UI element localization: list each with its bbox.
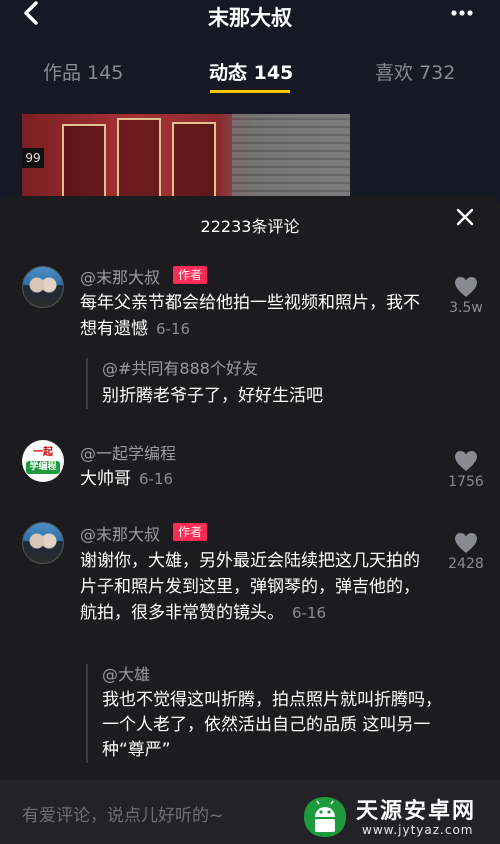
active-tab-indicator <box>210 90 290 93</box>
tab-activity[interactable]: 动态 145 <box>209 58 293 85</box>
comments-sheet: 22233条评论 @末那大叔 作者 每年父亲节都会给他拍一些视频和照片，我不想有… <box>0 196 500 780</box>
thumbnail-window <box>62 124 106 198</box>
comment-text: 每年父亲节都会给他拍一些视频和照片，我不想有遗憾 6-16 <box>80 290 425 342</box>
author-badge: 作者 <box>173 523 208 541</box>
comment-username[interactable]: @一起学编程 <box>80 440 176 464</box>
reply-username[interactable]: @#共同有888个好友 <box>102 358 432 380</box>
author-badge: 作者 <box>173 266 208 284</box>
watermark-url: www.jytyaz.com <box>362 823 474 837</box>
avatar-text: 学编程 <box>26 461 60 474</box>
like-count: 3.5w <box>449 300 483 316</box>
page-title: 末那大叔 <box>208 6 292 30</box>
comment-date: 6-16 <box>139 470 174 488</box>
comments-count-title: 22233条评论 <box>200 217 300 236</box>
thumbnail-number: 99 <box>22 148 44 168</box>
comment-body: 大帅哥 <box>80 469 131 489</box>
reply-quote: @大雄 我也不觉得这叫折腾，拍点照片就叫折腾吗，一个人老了，依然活出自己的品质 … <box>86 664 442 763</box>
tab-works[interactable]: 作品 145 <box>43 58 123 85</box>
close-icon[interactable] <box>454 206 476 234</box>
comment-date: 6-16 <box>156 320 191 338</box>
comment-text: 大帅哥 6-16 <box>80 466 425 492</box>
thumbnail-window <box>172 122 216 198</box>
avatar[interactable]: 一起 学编程 <box>22 440 64 482</box>
reply-text: 我也不觉得这叫折腾，拍点照片就叫折腾吗，一个人老了，依然活出自己的品质 这叫另一… <box>102 690 442 760</box>
profile-tabs: 作品 145 动态 145 喜欢 732 <box>0 52 500 94</box>
watermark-logo-icon <box>304 797 346 837</box>
thumbnail-window <box>117 118 161 198</box>
like-count: 2428 <box>448 556 484 572</box>
comment-username[interactable]: @末那大叔 <box>80 521 160 545</box>
avatar[interactable] <box>22 522 64 564</box>
watermark-name: 天源安卓网 <box>356 799 477 824</box>
comment-username[interactable]: @末那大叔 <box>80 264 160 288</box>
comment-body: 谢谢你，大雄，另外最近会陆续把这几天拍的片子和照片发到这里，弹钢琴的，弹吉他的，… <box>80 551 420 623</box>
reply-username[interactable]: @大雄 <box>102 664 442 686</box>
avatar[interactable] <box>22 266 64 308</box>
reply-quote: @#共同有888个好友 别折腾老爷子了，好好生活吧 <box>86 358 432 409</box>
watermark: 天源安卓网 www.jytyaz.com <box>300 793 500 841</box>
like-button[interactable]: 2428 <box>436 532 496 572</box>
top-bar: 末那大叔 <box>0 0 500 34</box>
comment-date: 6-16 <box>292 604 327 622</box>
heart-icon <box>455 277 477 297</box>
video-thumbnail[interactable]: 99 <box>22 114 350 198</box>
avatar-text: 一起 <box>33 447 53 458</box>
reply-text: 别折腾老爷子了，好好生活吧 <box>102 386 323 406</box>
comment-input[interactable]: 有爱评论，说点儿好听的~ <box>22 801 223 826</box>
like-count: 1756 <box>448 474 484 490</box>
thumbnail-brick-wall <box>232 114 350 198</box>
heart-icon <box>455 533 477 553</box>
comment-text: 谢谢你，大雄，另外最近会陆续把这几天拍的片子和照片发到这里，弹钢琴的，弹吉他的，… <box>80 548 425 626</box>
heart-icon <box>455 451 477 471</box>
more-icon[interactable] <box>450 0 474 32</box>
like-button[interactable]: 3.5w <box>436 276 496 316</box>
like-button[interactable]: 1756 <box>436 450 496 490</box>
tab-likes[interactable]: 喜欢 732 <box>375 58 455 85</box>
comment-body: 每年父亲节都会给他拍一些视频和照片，我不想有遗憾 <box>80 293 420 339</box>
